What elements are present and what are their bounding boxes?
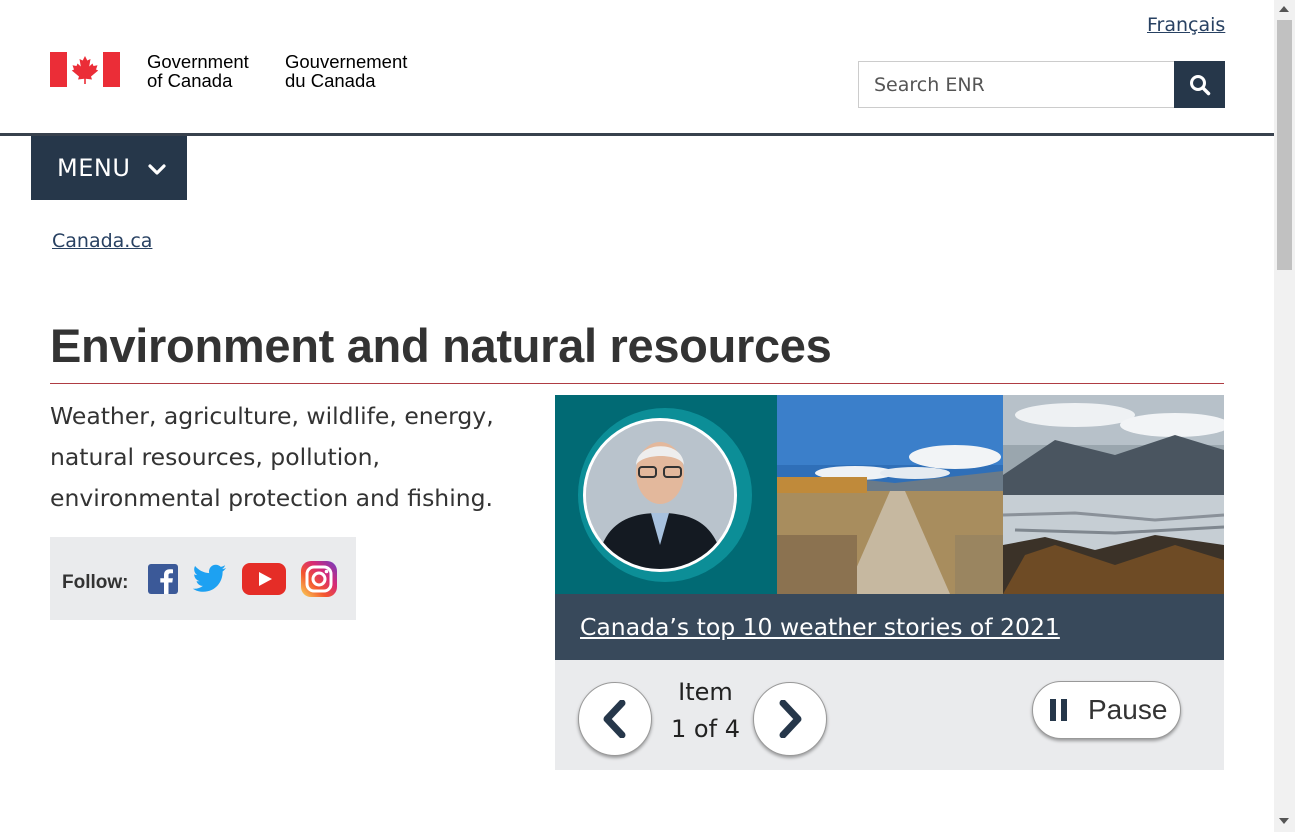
search-form [858, 61, 1225, 108]
signature-fr-line2: du Canada [285, 70, 376, 91]
title-divider [50, 383, 1224, 384]
facebook-icon[interactable] [148, 563, 179, 594]
signature-french: Gouvernement du Canada [285, 52, 425, 90]
carousel-controls: Item 1 of 4 Pause [555, 660, 1224, 770]
carousel-caption: Canada’s top 10 weather stories of 2021 [555, 594, 1224, 660]
breadcrumb-item-canada[interactable]: Canada.ca [52, 230, 152, 252]
twitter-icon[interactable] [192, 564, 228, 594]
scroll-down-arrow-icon[interactable] [1279, 818, 1289, 824]
search-input[interactable] [858, 61, 1174, 108]
search-icon [1189, 74, 1210, 95]
pause-icon [1050, 699, 1072, 721]
youtube-icon[interactable] [242, 562, 287, 595]
signature-en-line1: Government [147, 51, 249, 72]
canada-flag-icon [50, 52, 120, 87]
pause-label: Pause [1088, 694, 1168, 725]
scroll-up-arrow-icon[interactable] [1279, 6, 1289, 12]
carousel-item-indicator: Item 1 of 4 [658, 674, 753, 748]
language-toggle-link[interactable]: Français [1147, 14, 1225, 36]
chevron-right-icon [779, 700, 802, 738]
search-button[interactable] [1174, 61, 1225, 108]
signature-english: Government of Canada [147, 52, 277, 90]
chevron-left-icon [603, 700, 626, 738]
carousel-previous-button[interactable] [578, 682, 652, 756]
follow-label: Follow: [62, 571, 129, 593]
vertical-scrollbar[interactable] [1274, 0, 1295, 832]
chevron-down-icon [148, 154, 166, 182]
featured-carousel: Canada’s top 10 weather stories of 2021 … [555, 395, 1224, 770]
page-title: Environment and natural resources [50, 319, 832, 372]
signature-fr-line1: Gouvernement [285, 51, 408, 72]
menu-button[interactable]: MENU [31, 136, 187, 200]
instagram-icon[interactable] [300, 560, 338, 598]
carousel-pause-button[interactable]: Pause [1032, 681, 1181, 739]
breadcrumb: Canada.ca [52, 230, 152, 252]
carousel-image[interactable] [555, 395, 1224, 594]
site-header: Français Government of Canada Gouverneme… [0, 0, 1274, 136]
carousel-next-button[interactable] [753, 682, 827, 756]
page-intro: Weather, agriculture, wildlife, energy, … [50, 402, 494, 512]
signature-en-line2: of Canada [147, 70, 233, 91]
scrollbar-thumb[interactable] [1277, 20, 1292, 270]
item-count: 1 of 4 [671, 715, 740, 743]
item-label: Item [678, 678, 733, 706]
menu-label: MENU [57, 154, 131, 182]
social-follow-panel: Follow: [50, 537, 356, 620]
carousel-caption-link[interactable]: Canada’s top 10 weather stories of 2021 [580, 613, 1060, 641]
government-signature[interactable]: Government of Canada Gouvernement du Can… [50, 52, 407, 90]
